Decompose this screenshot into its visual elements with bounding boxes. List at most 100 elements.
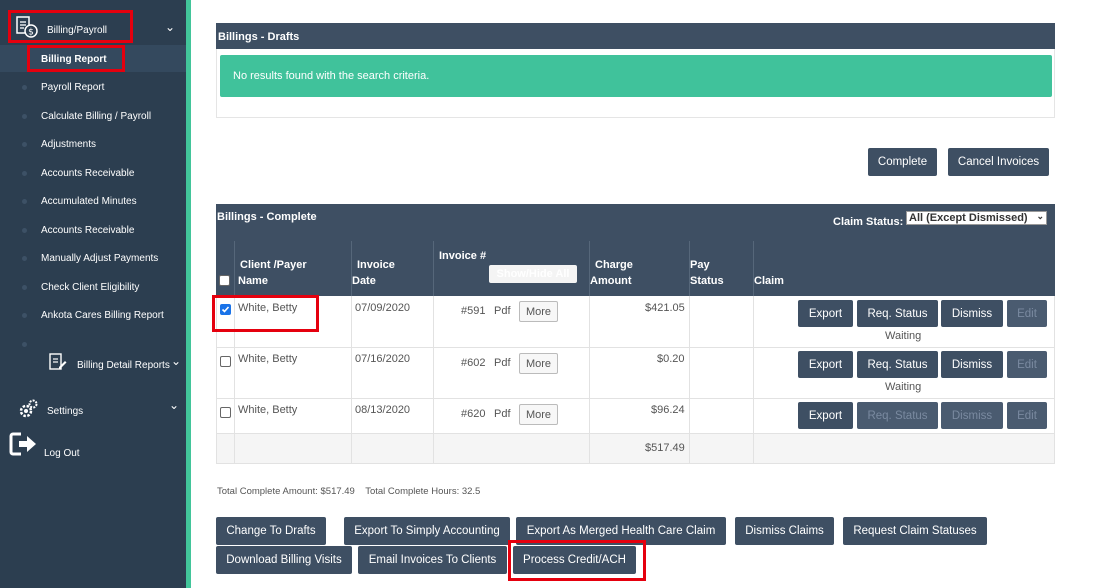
th-charge-l2: Amount xyxy=(590,275,632,287)
cancel-invoices-button[interactable]: Cancel Invoices xyxy=(948,148,1049,176)
row-divider xyxy=(216,398,1055,399)
sidebar-item-calculate-billing[interactable]: Calculate Billing / Payroll xyxy=(41,111,151,122)
logout-icon[interactable] xyxy=(9,431,39,457)
highlight-box xyxy=(212,295,319,332)
req-status-button[interactable]: Req. Status xyxy=(857,300,938,327)
highlight-box xyxy=(27,45,125,72)
bullet-icon xyxy=(22,342,27,347)
th-client-l1: Client /Payer xyxy=(240,259,307,271)
row-amount: $421.05 xyxy=(645,302,685,314)
complete-panel-header: Billings - Complete Claim Status: All (E… xyxy=(216,204,1055,241)
th-charge-l1: Charge xyxy=(595,259,633,271)
complete-title: Billings - Complete xyxy=(217,211,317,223)
sidebar-item-logout[interactable]: Log Out xyxy=(44,448,80,459)
edit-button[interactable]: Edit xyxy=(1007,351,1047,378)
req-status-button[interactable]: Req. Status xyxy=(857,351,938,378)
bullet-icon xyxy=(22,199,27,204)
row-invoice: #620 xyxy=(461,408,486,420)
col-divider xyxy=(351,296,352,464)
sidebar-item-payroll-report[interactable]: Payroll Report xyxy=(41,82,104,93)
bullet-icon xyxy=(22,285,27,290)
row-date: 07/16/2020 xyxy=(355,353,411,365)
sidebar-item-ankota-report[interactable]: Ankota Cares Billing Report xyxy=(41,310,164,321)
drafts-panel-header: Billings - Drafts xyxy=(216,23,1055,49)
pdf-link[interactable]: Pdf xyxy=(494,305,511,317)
drafts-title: Billings - Drafts xyxy=(218,31,300,43)
email-invoices-button[interactable]: Email Invoices To Clients xyxy=(358,546,507,574)
sidebar: $ Billing/Payroll ⌄ Billing Report Payro… xyxy=(0,0,186,588)
drafts-empty-alert: No results found with the search criteri… xyxy=(220,55,1052,97)
row-checkbox[interactable] xyxy=(220,407,231,418)
sidebar-item-adjustments[interactable]: Adjustments xyxy=(41,139,96,150)
complete-button[interactable]: Complete xyxy=(868,148,937,176)
row-date: 07/09/2020 xyxy=(355,302,411,314)
pdf-link[interactable]: Pdf xyxy=(494,408,511,420)
header-divider xyxy=(753,241,754,296)
highlight-box xyxy=(8,10,133,43)
row-checkbox[interactable] xyxy=(220,356,231,367)
table-header-row xyxy=(216,241,1055,296)
sidebar-item-check-eligibility[interactable]: Check Client Eligibility xyxy=(41,282,139,293)
header-divider xyxy=(351,241,352,296)
col-divider xyxy=(689,296,690,464)
sidebar-item-billing-detail[interactable]: Billing Detail Reports xyxy=(77,360,170,371)
more-button[interactable]: More xyxy=(519,301,558,322)
row-amount: $96.24 xyxy=(651,404,685,416)
bullet-icon xyxy=(22,142,27,147)
bullet-icon xyxy=(22,256,27,261)
col-divider xyxy=(753,296,754,464)
th-date-l2: Date xyxy=(352,275,376,287)
edit-button[interactable]: Edit xyxy=(1007,300,1047,327)
sidebar-item-settings[interactable]: Settings xyxy=(47,406,83,417)
export-simply-accounting-button[interactable]: Export To Simply Accounting xyxy=(344,517,510,545)
bullet-icon xyxy=(22,114,27,119)
dismiss-claims-button[interactable]: Dismiss Claims xyxy=(735,517,834,545)
col-divider xyxy=(589,296,590,464)
row-invoice: #591 xyxy=(461,305,486,317)
dismiss-button[interactable]: Dismiss xyxy=(941,351,1003,378)
th-date-l1: Invoice xyxy=(357,259,395,271)
download-billing-visits-button[interactable]: Download Billing Visits xyxy=(216,546,352,574)
export-button[interactable]: Export xyxy=(798,402,853,429)
row-divider xyxy=(216,347,1055,348)
select-all-checkbox[interactable] xyxy=(219,275,230,286)
show-hide-all-button[interactable]: Show/Hide All xyxy=(489,265,577,283)
edit-button[interactable]: Edit xyxy=(1007,402,1047,429)
sidebar-item-accounts-receivable-2[interactable]: Accounts Receivable xyxy=(41,225,134,236)
col-divider xyxy=(433,296,434,464)
req-status-button-disabled[interactable]: Req. Status xyxy=(857,402,938,429)
sidebar-item-accounts-receivable[interactable]: Accounts Receivable xyxy=(41,168,134,179)
claim-status-select[interactable]: All (Except Dismissed) ⌄ xyxy=(906,211,1047,225)
header-divider xyxy=(234,241,235,296)
chevron-down-icon[interactable]: ⌄ xyxy=(169,398,179,412)
table-total-row xyxy=(217,433,1054,463)
report-edit-icon xyxy=(49,353,67,370)
more-button[interactable]: More xyxy=(519,353,558,374)
table-total-amount: $517.49 xyxy=(645,442,685,454)
export-button[interactable]: Export xyxy=(798,351,853,378)
th-invoice: Invoice # xyxy=(439,250,487,262)
export-button[interactable]: Export xyxy=(798,300,853,327)
header-divider xyxy=(589,241,590,296)
pdf-link[interactable]: Pdf xyxy=(494,357,511,369)
row-claim-status: Waiting xyxy=(885,381,922,393)
drafts-empty-message: No results found with the search criteri… xyxy=(233,70,430,82)
th-claim: Claim xyxy=(754,275,784,287)
chevron-down-icon: ⌄ xyxy=(1036,211,1044,221)
claim-status-label: Claim Status: xyxy=(833,216,904,228)
th-pay-l1: Pay xyxy=(690,259,710,271)
sidebar-item-adjust-payments[interactable]: Manually Adjust Payments xyxy=(41,253,158,264)
chevron-down-icon[interactable]: ⌄ xyxy=(165,20,175,34)
sidebar-item-accumulated-minutes[interactable]: Accumulated Minutes xyxy=(41,196,137,207)
dismiss-button-disabled[interactable]: Dismiss xyxy=(941,402,1003,429)
change-to-drafts-button[interactable]: Change To Drafts xyxy=(216,517,326,545)
totals-summary: Total Complete Amount: $517.49 Total Com… xyxy=(217,486,481,497)
th-pay-l2: Status xyxy=(690,275,724,287)
bullet-icon xyxy=(22,171,27,176)
row-date: 08/13/2020 xyxy=(355,404,411,416)
dismiss-button[interactable]: Dismiss xyxy=(941,300,1003,327)
gear-icon xyxy=(19,399,38,418)
more-button[interactable]: More xyxy=(519,404,558,425)
request-claim-statuses-button[interactable]: Request Claim Statuses xyxy=(843,517,987,545)
chevron-down-icon[interactable]: ⌄ xyxy=(171,354,181,368)
